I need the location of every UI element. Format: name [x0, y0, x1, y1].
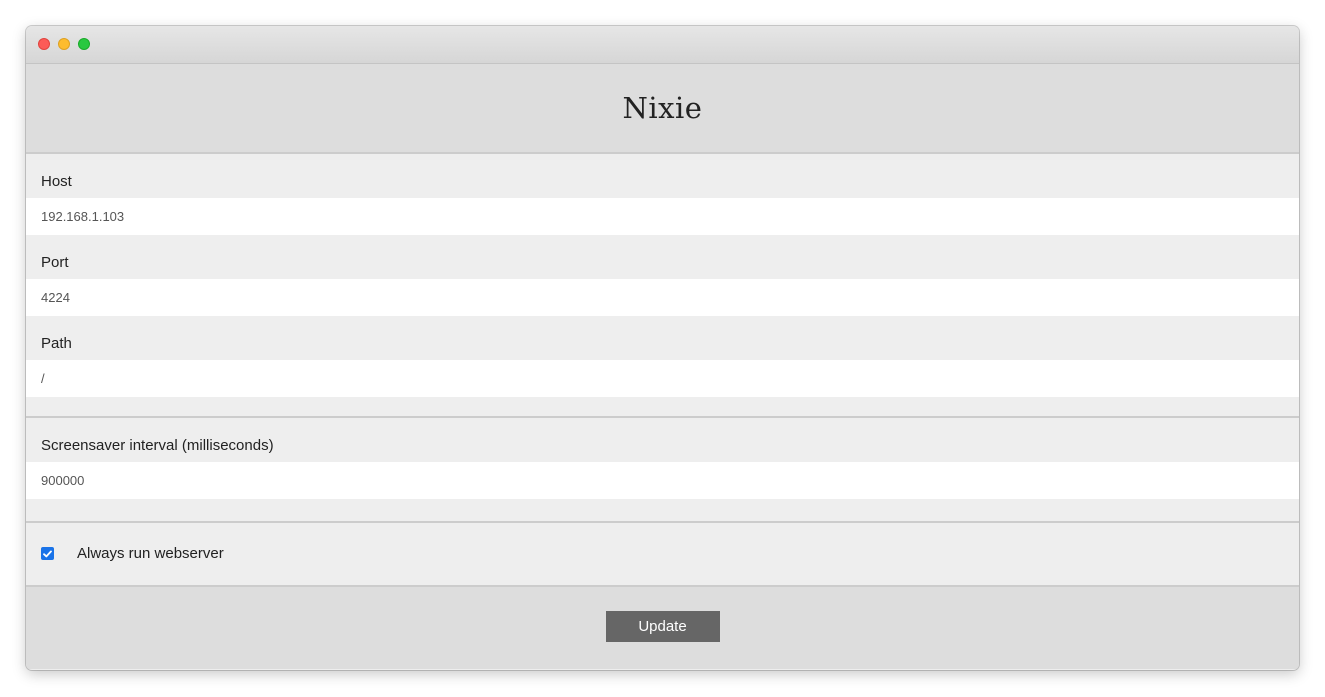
app-title: Nixie [622, 91, 703, 125]
screensaver-section: Screensaver interval (milliseconds) [26, 418, 1299, 523]
path-input[interactable] [26, 360, 1299, 397]
port-input[interactable] [26, 279, 1299, 316]
maximize-window-button[interactable] [78, 38, 90, 50]
always-run-webserver-checkbox[interactable] [41, 547, 54, 560]
host-label: Host [41, 173, 72, 190]
checkmark-icon [43, 550, 52, 557]
screensaver-interval-label: Screensaver interval (milliseconds) [41, 437, 274, 454]
minimize-window-button[interactable] [58, 38, 70, 50]
host-input[interactable] [26, 198, 1299, 235]
update-button[interactable]: Update [605, 610, 720, 642]
window-titlebar[interactable] [26, 26, 1299, 64]
webserver-section: Always run webserver [26, 523, 1299, 587]
connection-section: Host Port Path [26, 154, 1299, 418]
port-label: Port [41, 254, 69, 271]
always-run-webserver-label: Always run webserver [77, 545, 224, 562]
close-window-button[interactable] [38, 38, 50, 50]
app-window: Nixie Host Port Path Screensaver interva… [26, 26, 1299, 670]
app-header: Nixie [26, 64, 1299, 154]
screensaver-interval-input[interactable] [26, 462, 1299, 499]
always-run-webserver-row[interactable]: Always run webserver [41, 545, 224, 562]
actions-footer: Update [26, 587, 1299, 669]
path-label: Path [41, 335, 72, 352]
